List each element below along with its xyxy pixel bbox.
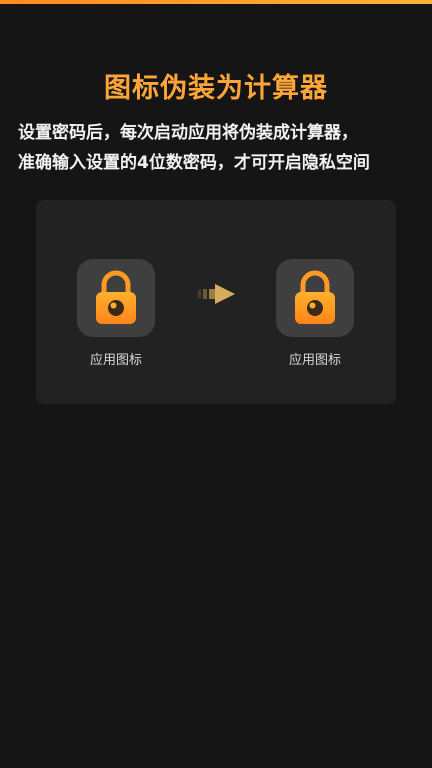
description-line-1: 设置密码后，每次启动应用将伪装成计算器，: [18, 123, 358, 143]
lock-icon: [96, 270, 136, 324]
app-before: 应用图标: [66, 259, 166, 368]
demo-card: 应用图标 应用图标: [36, 200, 396, 404]
page-title: 图标伪装为计算器: [104, 73, 328, 104]
app-label: 应用图标: [89, 353, 142, 368]
app-label: 应用图标: [288, 353, 341, 368]
app-after: 应用图标: [265, 259, 365, 368]
lock-icon: [295, 270, 335, 324]
app-icon-tile: [276, 259, 354, 337]
description-line-2: 准确输入设置的4位数密码，才可开启隐私空间: [18, 153, 370, 173]
arrow-right-icon: [198, 284, 235, 304]
app-icon-tile: [77, 259, 155, 337]
description: 设置密码后，每次启动应用将伪装成计算器， 准确输入设置的4位数密码，才可开启隐私…: [18, 118, 418, 178]
top-accent-bar: [0, 0, 432, 4]
